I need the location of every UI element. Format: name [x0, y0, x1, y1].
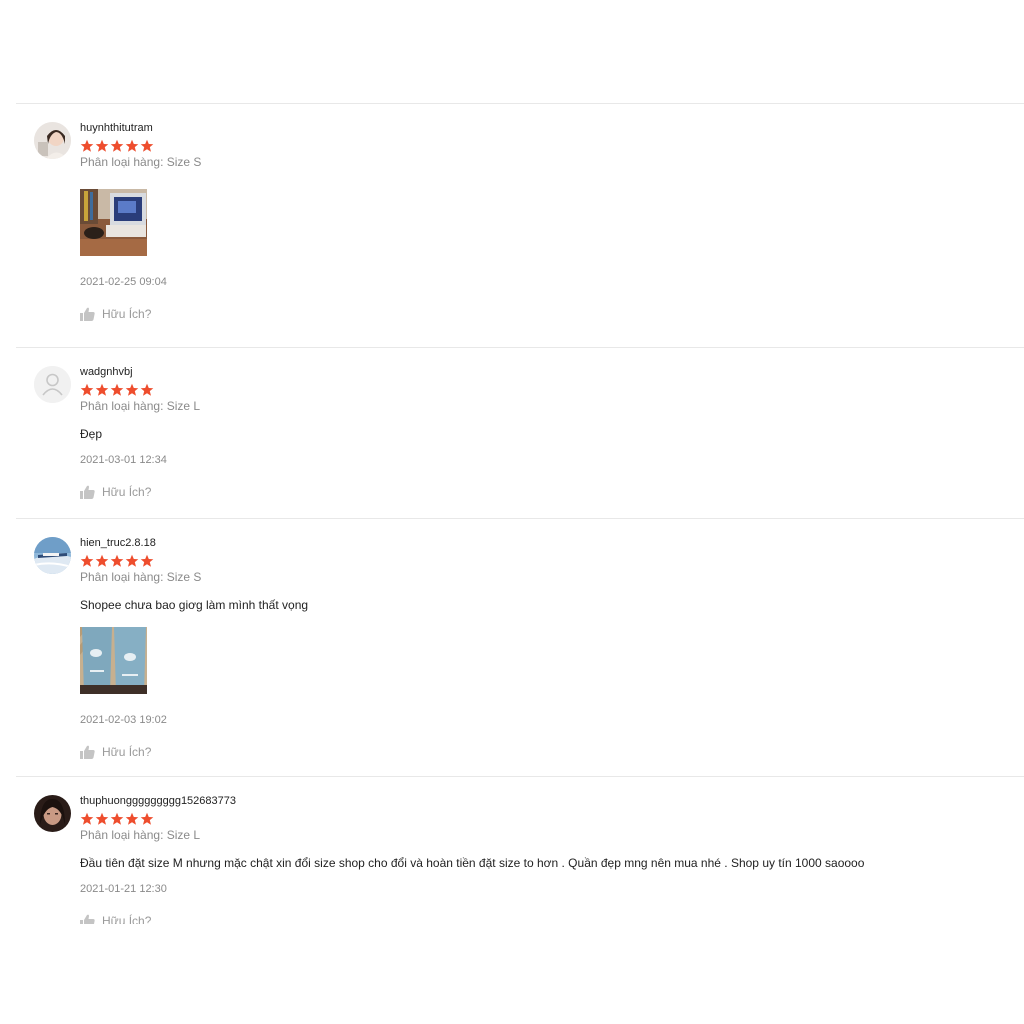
review-time: 2021-01-21 12:30 — [80, 883, 167, 895]
review-item: thuphuonggggggggg152683773 Phân loại hàn… — [16, 776, 1024, 937]
star-icon — [80, 383, 94, 396]
star-icon — [110, 812, 124, 825]
star-icon — [80, 139, 94, 152]
product-variant: Phân loại hàng: Size L — [80, 399, 201, 413]
review-item: wadgnhvbj Phân loại hàng: Size L Đẹp 202… — [16, 347, 1024, 518]
review-time: 2021-02-25 09:04 — [80, 276, 167, 288]
avatar[interactable] — [34, 795, 71, 832]
star-icon — [110, 383, 124, 396]
star-icon — [140, 139, 154, 152]
star-icon — [140, 554, 154, 567]
helpful-button[interactable]: Hữu Ích? — [80, 485, 1024, 499]
helpful-button[interactable]: Hữu Ích? — [80, 745, 1024, 759]
star-icon — [125, 383, 139, 396]
review-photo[interactable] — [80, 189, 147, 256]
thumbs-up-icon — [80, 485, 95, 499]
star-icon — [125, 554, 139, 567]
product-variant: Phân loại hàng: Size L — [80, 828, 201, 842]
review-item: huynhthitutram Phân loại hàng: Size S 20… — [16, 103, 1024, 347]
review-username: thuphuonggggggggg152683773 — [80, 795, 236, 807]
avatar[interactable] — [34, 537, 71, 574]
product-variant: Phân loại hàng: Size S — [80, 155, 202, 169]
avatar[interactable] — [34, 122, 71, 159]
rating-stars — [80, 139, 1024, 153]
review-username: wadgnhvbj — [80, 366, 133, 378]
star-icon — [110, 139, 124, 152]
review-time: 2021-03-01 12:34 — [80, 454, 167, 466]
star-icon — [125, 139, 139, 152]
helpful-label: Hữu Ích? — [102, 745, 152, 759]
star-icon — [80, 812, 94, 825]
review-list: huynhthitutram Phân loại hàng: Size S 20… — [16, 103, 1024, 937]
star-icon — [95, 554, 109, 567]
star-icon — [140, 383, 154, 396]
review-item: hien_truc2.8.18 Phân loại hàng: Size S S… — [16, 518, 1024, 776]
review-username: huynhthitutram — [80, 122, 153, 134]
page-bottom-blank — [0, 924, 1024, 1024]
thumbs-up-icon — [80, 745, 95, 759]
star-icon — [125, 812, 139, 825]
helpful-button[interactable]: Hữu Ích? — [80, 307, 1024, 321]
helpful-label: Hữu Ích? — [102, 307, 152, 321]
review-comment: Đầu tiên đặt size M nhưng mặc chật xin đ… — [80, 856, 865, 870]
rating-stars — [80, 812, 1024, 826]
star-icon — [95, 812, 109, 825]
thumbs-up-icon — [80, 307, 95, 321]
product-variant: Phân loại hàng: Size S — [80, 570, 202, 584]
review-comment: Đẹp — [80, 427, 103, 441]
review-time: 2021-02-03 19:02 — [80, 714, 167, 726]
review-comment: Shopee chưa bao giơg làm mình thất vọng — [80, 598, 309, 612]
star-icon — [95, 139, 109, 152]
star-icon — [95, 383, 109, 396]
avatar[interactable] — [34, 366, 71, 403]
star-icon — [110, 554, 124, 567]
user-icon — [34, 366, 71, 403]
star-icon — [140, 812, 154, 825]
rating-stars — [80, 554, 1024, 568]
review-username: hien_truc2.8.18 — [80, 537, 156, 549]
helpful-label: Hữu Ích? — [102, 485, 152, 499]
rating-stars — [80, 383, 1024, 397]
review-photo[interactable] — [80, 627, 147, 694]
star-icon — [80, 554, 94, 567]
